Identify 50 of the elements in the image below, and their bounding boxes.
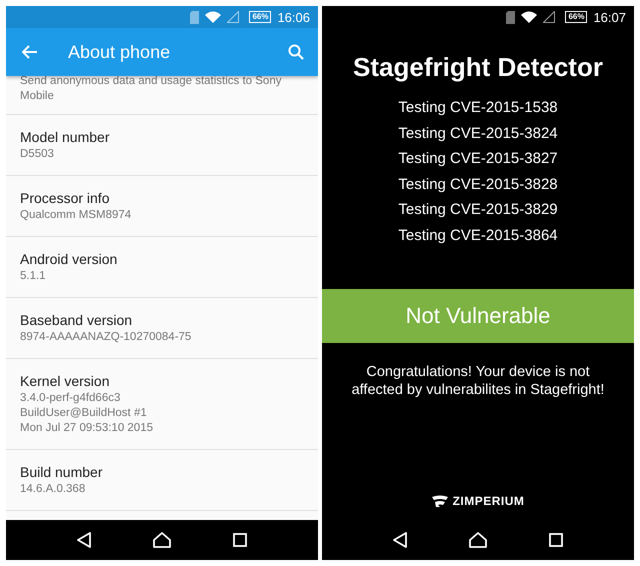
test-line: Testing CVE-2015-3828 — [398, 174, 558, 195]
settings-item[interactable]: Android version 5.1.1 — [6, 237, 318, 298]
item-summary: 5.1.1 — [20, 269, 47, 284]
logo-icon — [432, 495, 448, 507]
item-title: Kernel version — [20, 372, 110, 391]
clock: 16:06 — [277, 10, 310, 24]
test-line: Testing CVE-2015-1538 — [398, 98, 558, 118]
settings-item[interactable]: Model number D5503 — [6, 115, 318, 176]
item-summary: Send anonymous data and usage statistics to Sony Mobile — [20, 76, 282, 104]
test-line: Testing CVE-2015-3824 — [398, 124, 558, 144]
settings-item[interactable]: Send anonymous data and usage statistics to Sony Mobile — [6, 76, 318, 115]
home-icon[interactable] — [469, 532, 487, 548]
clock: 16:07 — [593, 10, 626, 24]
settings-item[interactable]: Baseband version 8974-AAAAANAZQ-10270084-75 — [6, 298, 318, 359]
item-summary: D5503 — [20, 147, 55, 162]
recents-icon[interactable] — [233, 533, 247, 547]
item-title: Model number — [20, 128, 110, 147]
home-icon[interactable] — [153, 532, 171, 548]
item-summary: Qualcomm MSM8974 — [20, 208, 132, 223]
sim-card-icon — [506, 10, 516, 24]
signal-icon — [543, 11, 556, 23]
wifi-icon — [521, 11, 538, 23]
settings-item[interactable]: Kernel version 3.4.0-perf-g4fd66c3 BuildUser@BuildHost #1 Mon Jul 27 09:53:10 2015 — [6, 359, 318, 450]
back-arrow-icon[interactable] — [22, 45, 38, 59]
item-summary: 14.6.A.0.368 — [20, 482, 86, 497]
sim-card-icon — [190, 10, 200, 24]
back-icon[interactable] — [77, 532, 91, 548]
settings-item[interactable]: Build number 14.6.A.0.368 — [6, 450, 318, 511]
app-title: Stagefright Detector — [353, 52, 603, 83]
recents-icon[interactable] — [549, 533, 563, 547]
wifi-icon — [205, 11, 222, 23]
search-icon[interactable] — [288, 44, 304, 60]
item-summary: 8974-AAAAANAZQ-10270084-75 — [20, 330, 192, 345]
test-line: Testing CVE-2015-3864 — [398, 226, 558, 246]
test-line: Testing CVE-2015-3829 — [398, 200, 558, 220]
item-title: Processor info — [20, 189, 110, 208]
signal-icon — [227, 11, 240, 23]
settings-item[interactable]: Processor info Qualcomm MSM8974 — [6, 176, 318, 237]
item-summary: 3.4.0-perf-g4fd66c3 BuildUser@BuildHost #1 Mon Jul 27 09:53:10 2015 — [20, 391, 154, 436]
test-line: Testing CVE-2015-3827 — [398, 149, 558, 170]
back-icon[interactable] — [393, 532, 407, 548]
brand-name: ZIMPERIUM — [452, 494, 524, 508]
result-banner: Not Vulnerable — [322, 288, 634, 343]
screen-title: About phone — [68, 42, 172, 62]
item-title: Baseband version — [20, 311, 134, 330]
item-title: Android version — [20, 250, 118, 269]
battery-indicator: 66% — [249, 11, 272, 23]
item-title: Build number — [20, 463, 104, 482]
battery-indicator: 66% — [565, 11, 588, 23]
result-message: Congratulations! Your device is not affected by vulnerabilites in Stagefright! — [350, 362, 606, 399]
